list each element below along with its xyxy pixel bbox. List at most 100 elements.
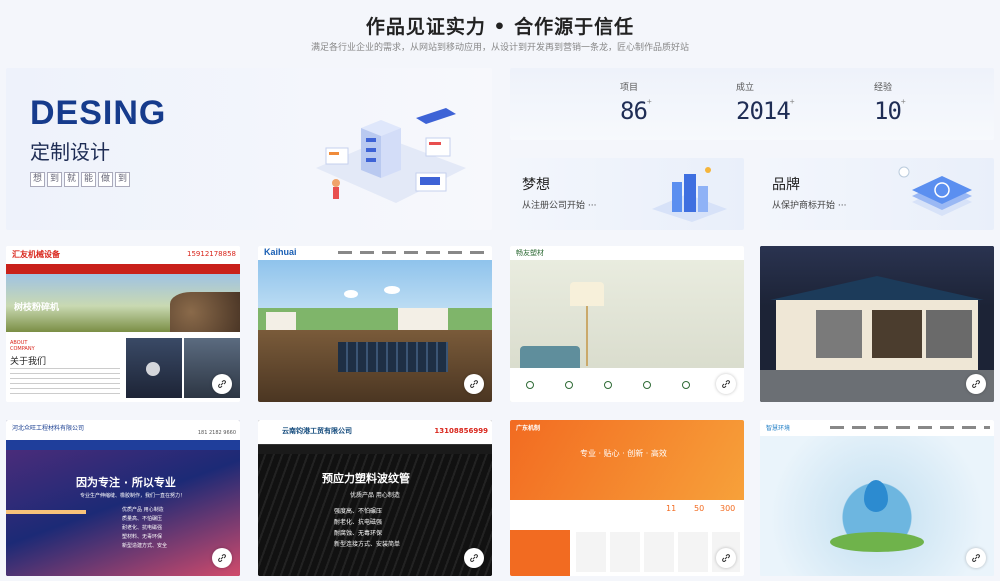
stat-label: 经验	[874, 83, 893, 93]
section-subtitle: 满足各行业企业的需求，从网站到移动应用，从设计到开发再到营销一条龙，匠心制作品质…	[310, 43, 689, 53]
site-nav	[6, 440, 240, 450]
site-phone: 15912178858	[187, 250, 236, 258]
storefront-wall	[776, 300, 978, 370]
feature-item: 耐老化、抗电磁强	[122, 525, 163, 531]
link-icon[interactable]	[966, 548, 986, 568]
feature-icon	[525, 381, 534, 389]
lamp-pole	[586, 306, 588, 366]
about-section: ABOUT COMPANY 关于我们	[6, 332, 240, 402]
brand-card-subtitle: 从保护商标开始 ···	[772, 201, 847, 211]
banner-headline: 专业 · 贴心 · 创新 · 高效	[580, 449, 667, 458]
stat-suffix: +	[789, 97, 795, 106]
portfolio-item-yunnan[interactable]: 云南钧港工贸有限公司 13108856999 预应力塑料波纹管 优质产品 用心制…	[258, 420, 492, 576]
feature-icon	[603, 381, 612, 389]
portfolio-item-zhongwang[interactable]: 河北众旺工程材料有限公司 181 2182 9660 因为专注 · 所以专业 专…	[6, 420, 240, 576]
portfolio-item-changyou[interactable]: 畅友塑材	[510, 246, 744, 402]
page: 作品见证实力 • 合作源于信任 满足各行业企业的需求，从网站到移动应用，从设计到…	[0, 0, 1000, 581]
banner-subtext: 优质产品 用心制造	[350, 492, 400, 499]
site-phone: 181 2182 9660	[197, 430, 236, 436]
link-icon[interactable]	[966, 374, 986, 394]
design-hero-card: DESING 定制设计 想 到 就 能 做 到	[6, 68, 492, 230]
hero-title-cn: 定制设计	[30, 140, 110, 164]
stat-founded: 成立 2014+	[736, 80, 795, 125]
play-icon[interactable]	[146, 362, 160, 376]
site-phone: 13108856999	[434, 427, 488, 435]
stat-projects: 项目 86+	[620, 80, 652, 125]
window	[816, 310, 862, 358]
portfolio-item-water[interactable]: 智慧环境	[760, 420, 994, 576]
about-photo-2	[184, 338, 240, 398]
stat-label: 项目	[620, 83, 639, 93]
hero-tag: 就	[64, 172, 79, 187]
link-icon[interactable]	[716, 374, 736, 394]
stats-row: 11 50 300	[510, 500, 744, 530]
site-nav	[338, 251, 488, 254]
water-drop-icon	[864, 480, 888, 512]
feature-item: 强度高、不怕碾压	[334, 508, 383, 515]
sky-banner	[258, 260, 492, 332]
hero-tagline: 想 到 就 能 做 到	[30, 172, 130, 187]
cloud-icon	[384, 286, 400, 294]
feature-item: 优质产品 用心制造	[122, 507, 164, 513]
underground-section	[258, 330, 492, 402]
stat-number: 300	[720, 504, 736, 513]
link-icon[interactable]	[716, 548, 736, 568]
feature-item: 耐腐蚀、无毒环保	[334, 530, 383, 537]
site-brand: 云南钧港工贸有限公司	[282, 427, 352, 435]
banner-headline: 预应力塑料波纹管	[322, 472, 410, 485]
about-en: ABOUT COMPANY	[10, 340, 35, 352]
city-buildings-icon	[652, 167, 727, 222]
pipe-module	[338, 342, 448, 372]
stat-suffix: +	[900, 97, 906, 106]
site-header: 畅友塑材	[510, 246, 744, 260]
banner-subtext: 专业生产伸缩缝、橡胶制作，我们一直在努力！	[80, 493, 186, 499]
link-icon[interactable]	[464, 548, 484, 568]
link-icon[interactable]	[212, 374, 232, 394]
dream-card[interactable]: 梦想 从注册公司开始 ···	[510, 158, 744, 230]
site-brand: Kaihuai	[264, 247, 297, 257]
feature-item: 质量高、不怕碾压	[122, 516, 163, 522]
orange-banner: 广东机制 专业 · 贴心 · 创新 · 高效	[510, 420, 744, 500]
stat-number: 50	[694, 504, 705, 513]
hero-tag: 想	[30, 172, 45, 187]
hero-title-en: DESING	[30, 94, 167, 132]
stat-value-wrap: 10+	[874, 97, 906, 125]
stat-value-wrap: 86+	[620, 97, 652, 125]
site-header: 汇友机械设备 15912178858	[6, 246, 240, 264]
site-brand: 广东机制	[516, 425, 541, 432]
site-brand: 智慧环境	[766, 425, 791, 432]
stat-label: 成立	[736, 83, 755, 93]
link-icon[interactable]	[212, 548, 232, 568]
stat-value: 2014	[736, 97, 791, 125]
company-stats-panel: 项目 86+ 成立 2014+ 经验 10+	[510, 68, 994, 140]
link-icon[interactable]	[464, 374, 484, 394]
bridge-banner: 因为专注 · 所以专业 专业生产伸缩缝、橡胶制作，我们一直在努力！ 优质产品 用…	[6, 450, 240, 576]
about-photo	[126, 338, 182, 398]
stat-value-wrap: 2014+	[736, 97, 795, 125]
feature-item: 新型造建方式、安全	[122, 543, 168, 549]
feature-icon-row	[510, 368, 744, 402]
portfolio-item-storefront[interactable]	[760, 246, 994, 402]
portfolio-item-orange[interactable]: 广东机制 专业 · 贴心 · 创新 · 高效 11 50 300	[510, 420, 744, 576]
dream-card-title: 梦想	[522, 177, 550, 193]
cloud-icon	[344, 290, 358, 298]
stat-value: 10	[874, 97, 902, 125]
living-room-banner	[510, 260, 744, 402]
trademark-icon	[898, 166, 972, 216]
portfolio-item-machinery[interactable]: 汇友机械设备 15912178858 树枝粉碎机 ABOUT COMPANY 关…	[6, 246, 240, 402]
brand-card-title: 品牌	[772, 177, 800, 193]
section-title: 作品见证实力 • 合作源于信任	[365, 16, 635, 38]
portfolio-item-kaihuai[interactable]: Kaihuai	[258, 246, 492, 402]
site-header: 河北众旺工程材料有限公司 181 2182 9660	[6, 420, 240, 440]
stat-suffix: +	[646, 97, 652, 106]
service-grid	[576, 532, 740, 572]
feature-list: 强度高、不怕碾压 耐老化、抗电磁强 耐腐蚀、无毒环保 新型连接方式、安装简单	[334, 506, 400, 550]
about-text-lines	[10, 368, 120, 398]
log-pile	[170, 292, 240, 332]
house	[398, 308, 448, 330]
site-header: 智慧环境	[760, 420, 994, 436]
feature-item: 耐老化、抗电磁强	[334, 519, 383, 526]
stat-experience: 经验 10+	[874, 80, 906, 125]
site-header: Kaihuai	[258, 246, 492, 260]
brand-card[interactable]: 品牌 从保护商标开始 ···	[760, 158, 994, 230]
